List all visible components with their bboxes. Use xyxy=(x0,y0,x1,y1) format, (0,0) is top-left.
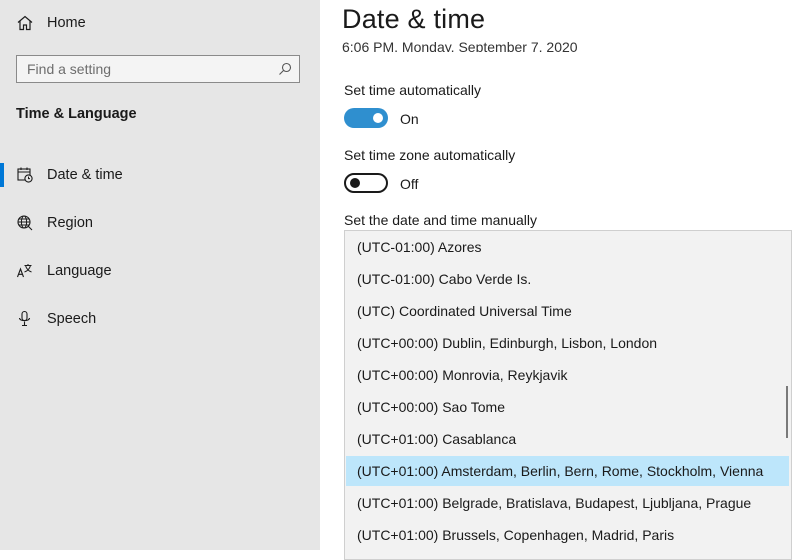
current-time-text: 6:06 PM, Monday, September 7, 2020 xyxy=(342,38,578,52)
search-input[interactable] xyxy=(17,56,277,81)
set-timezone-auto-state: Off xyxy=(400,176,419,192)
set-time-auto-state: On xyxy=(400,111,419,127)
timezone-option[interactable]: (UTC+00:00) Monrovia, Reykjavik xyxy=(346,360,789,390)
toggle-knob xyxy=(350,178,360,188)
timezone-option[interactable]: (UTC-01:00) Cabo Verde Is. xyxy=(346,264,789,294)
sidebar-item-speech[interactable]: Speech xyxy=(0,299,320,339)
sidebar-item-label: Date & time xyxy=(47,167,123,183)
timezone-option-highlighted[interactable]: (UTC+01:00) Amsterdam, Berlin, Bern, Rom… xyxy=(346,456,789,486)
timezone-option[interactable]: (UTC+01:00) Casablanca xyxy=(346,424,789,454)
home-nav-item[interactable]: Home xyxy=(16,10,306,36)
dropdown-scrollbar-thumb[interactable] xyxy=(786,386,788,438)
timezone-option[interactable]: (UTC+01:00) Belgrade, Bratislava, Budape… xyxy=(346,488,789,518)
current-time-value: 6:06 PM, Monday, September 7, 2020 xyxy=(342,39,578,52)
timezone-dropdown-list[interactable]: (UTC-01:00) Azores (UTC-01:00) Cabo Verd… xyxy=(344,230,792,560)
search-icon[interactable] xyxy=(277,61,293,77)
sidebar: Home Time & Language Date & time Region … xyxy=(0,0,320,550)
set-time-auto-label: Set time automatically xyxy=(344,82,481,98)
timezone-option[interactable]: (UTC+01:00) Brussels, Copenhagen, Madrid… xyxy=(346,520,789,550)
search-box[interactable] xyxy=(16,55,300,83)
language-icon xyxy=(16,262,34,280)
set-timezone-auto-label: Set time zone automatically xyxy=(344,147,516,163)
section-title: Time & Language xyxy=(16,106,137,122)
set-time-auto-toggle[interactable] xyxy=(344,108,388,128)
sidebar-item-label: Region xyxy=(47,215,93,231)
home-icon xyxy=(16,14,34,32)
sidebar-item-language[interactable]: Language xyxy=(0,251,320,291)
timezone-option[interactable]: (UTC-01:00) Azores xyxy=(346,232,789,262)
timezone-option[interactable]: (UTC+00:00) Sao Tome xyxy=(346,392,789,422)
main-content: Date & time 6:06 PM, Monday, September 7… xyxy=(320,0,810,560)
page-title: Date & time xyxy=(342,4,486,34)
timezone-option[interactable]: (UTC+00:00) Dublin, Edinburgh, Lisbon, L… xyxy=(346,328,789,358)
set-timezone-auto-toggle[interactable] xyxy=(344,173,388,193)
globe-icon xyxy=(16,214,34,232)
sidebar-item-date-time[interactable]: Date & time xyxy=(0,155,320,195)
calendar-clock-icon xyxy=(16,166,34,184)
sidebar-item-label: Speech xyxy=(47,311,97,327)
manual-date-time-label: Set the date and time manually xyxy=(344,212,538,228)
sidebar-item-label: Language xyxy=(47,263,112,279)
sidebar-item-region[interactable]: Region xyxy=(0,203,320,243)
microphone-icon xyxy=(16,310,34,328)
toggle-knob xyxy=(373,113,383,123)
home-label: Home xyxy=(47,15,86,31)
timezone-option[interactable]: (UTC) Coordinated Universal Time xyxy=(346,296,789,326)
